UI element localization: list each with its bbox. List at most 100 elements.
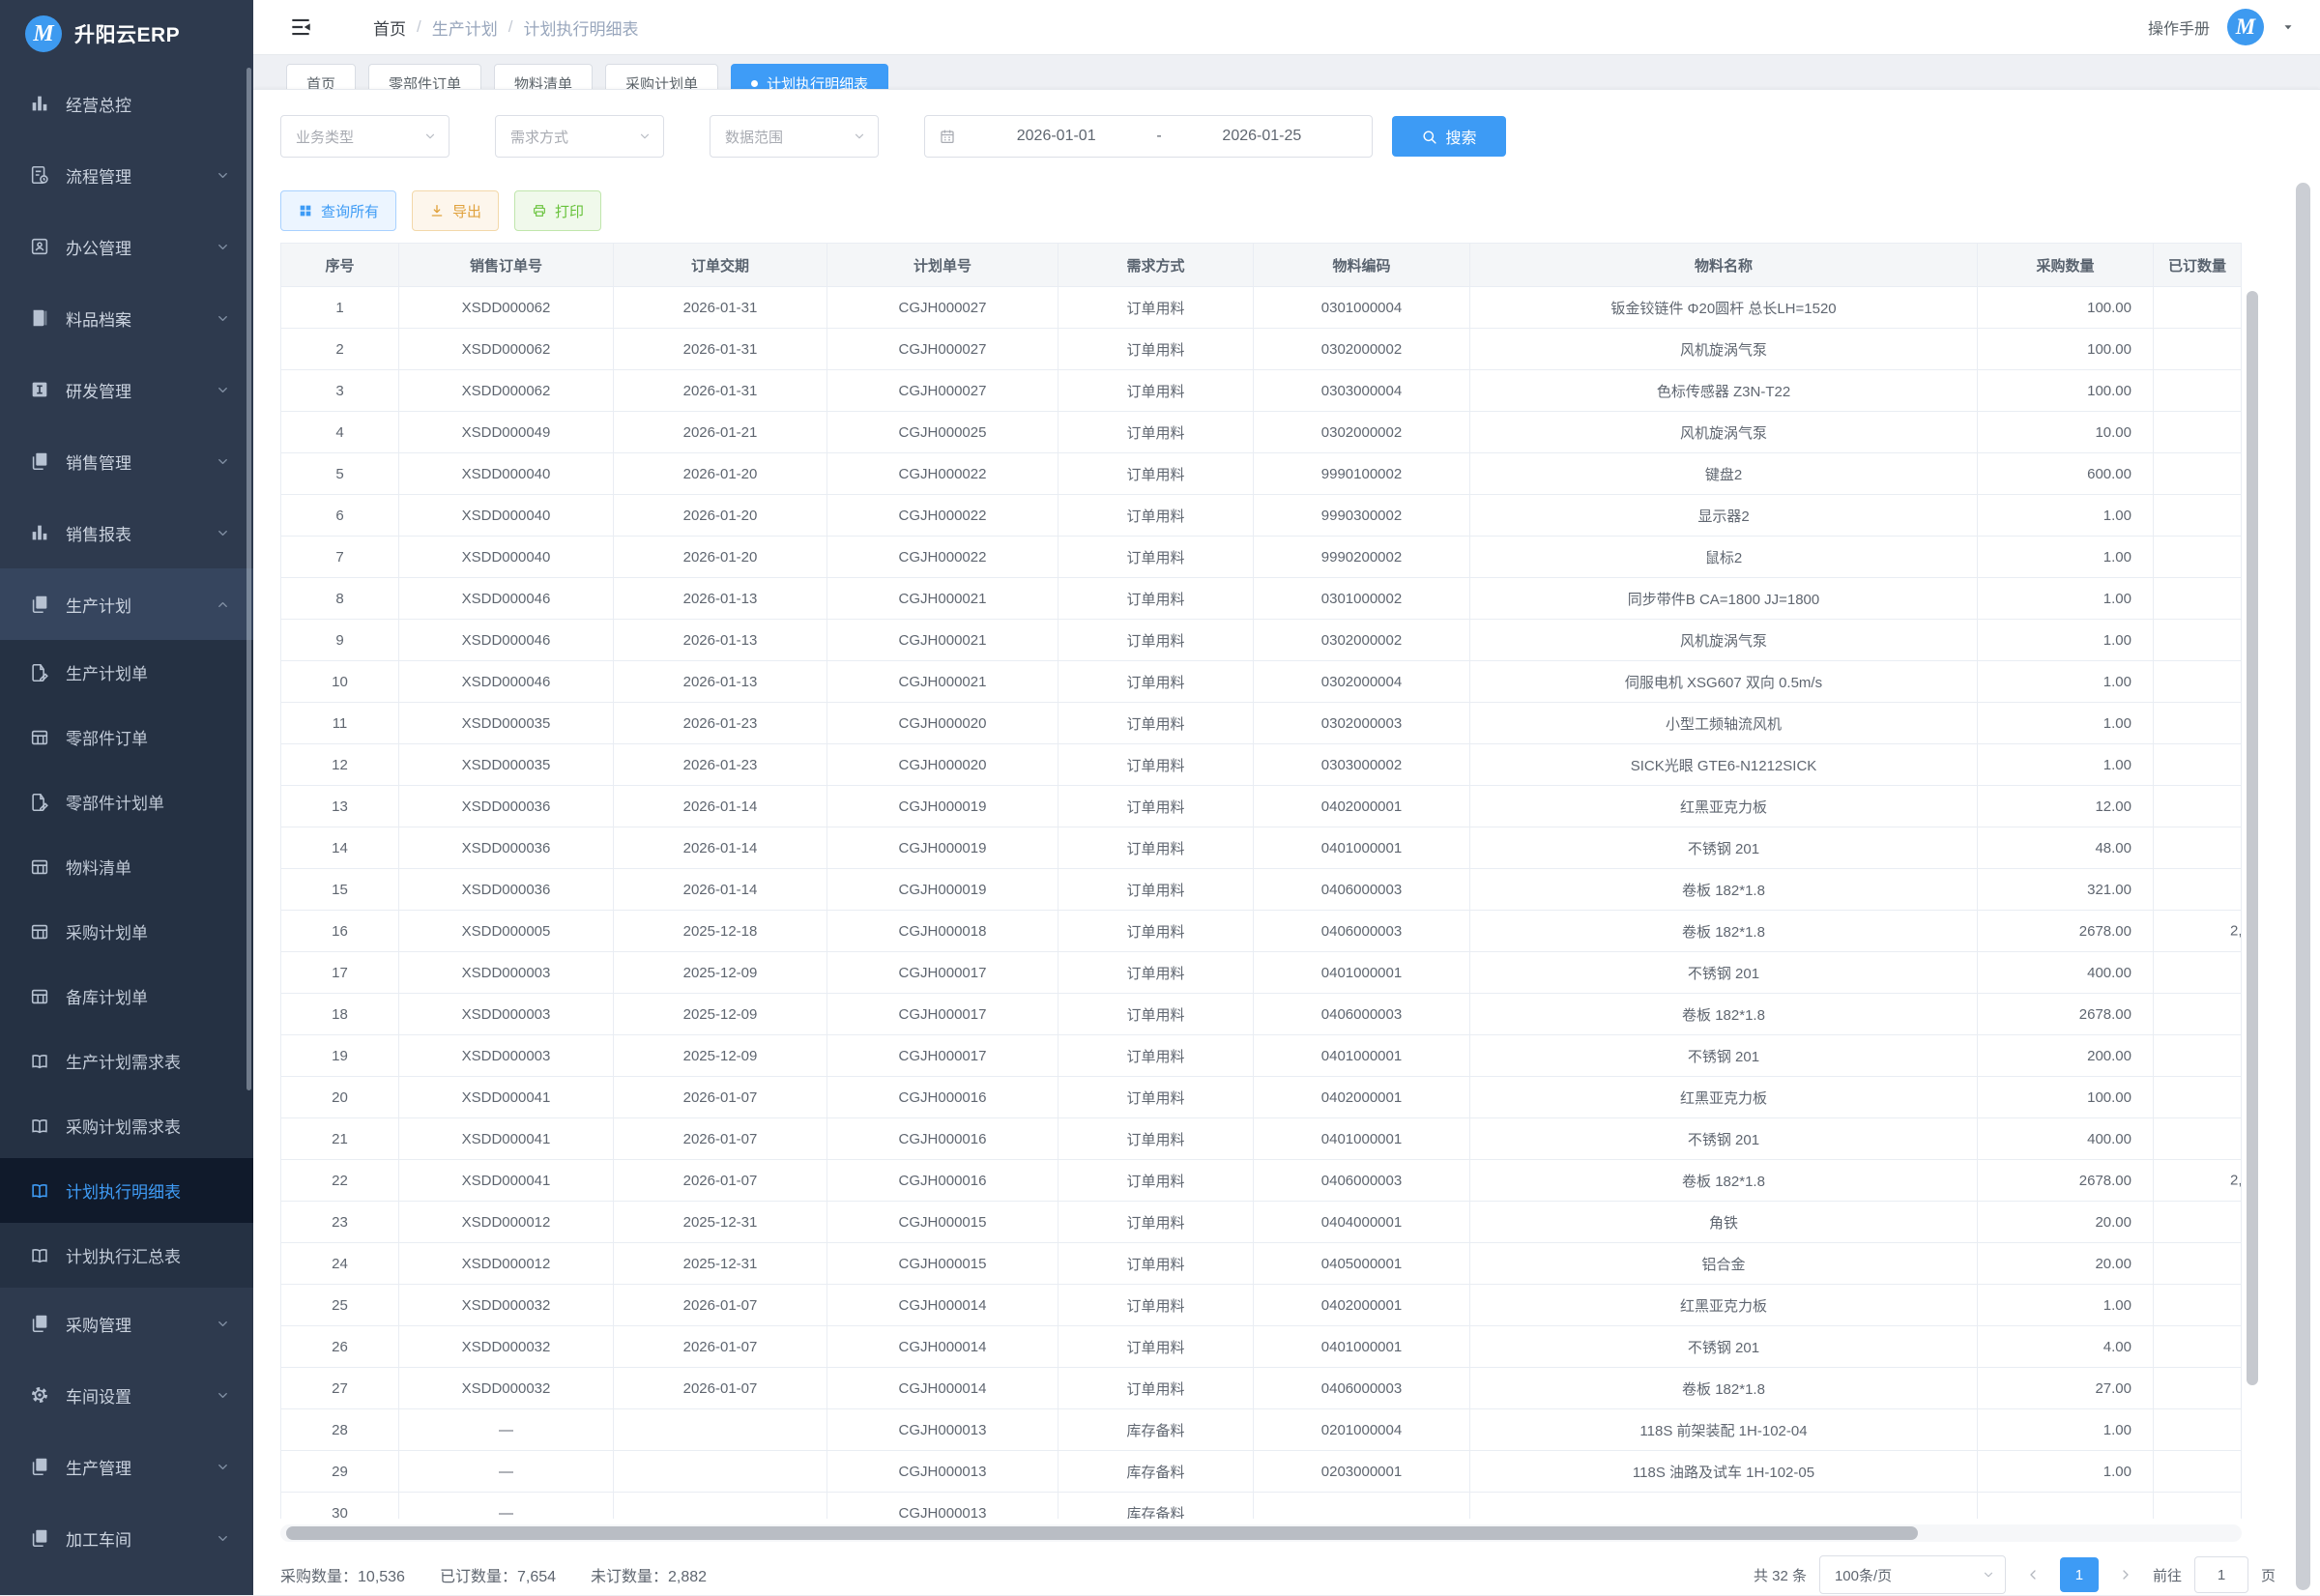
table-cell: 0401000001 <box>1254 827 1470 869</box>
query-all-button[interactable]: 查询所有 <box>280 190 396 231</box>
table-cell: 卷板 182*1.8 <box>1470 911 1978 952</box>
sidebar-collapse-icon[interactable] <box>288 15 313 40</box>
sidebar-item[interactable]: 计划执行汇总表 <box>0 1223 253 1288</box>
sidebar-item[interactable]: 采购计划需求表 <box>0 1093 253 1158</box>
table-cell: 2025-12-09 <box>614 952 827 994</box>
sidebar-item-label: 采购计划需求表 <box>66 1114 181 1138</box>
table-cell: 同步带件B CA=1800 JJ=1800 <box>1470 578 1978 620</box>
tab-label: 零部件订单 <box>389 73 461 91</box>
sidebar-item[interactable]: 车间设置 <box>0 1359 253 1431</box>
tab-label: 计划执行明细表 <box>767 73 868 91</box>
table-cell: 伺服电机 XSG607 双向 0.5m/s <box>1470 661 1978 703</box>
sidebar-item[interactable]: 备库计划单 <box>0 964 253 1029</box>
table-cell: 2, <box>2154 1160 2242 1202</box>
table-cell <box>2154 1118 2242 1160</box>
goto-page-input[interactable] <box>2194 1556 2248 1593</box>
date-end-value[interactable]: 2026-01-25 <box>1166 128 1358 145</box>
business-type-select[interactable]: 业务类型 <box>280 115 450 158</box>
sidebar-item[interactable]: 研发管理 <box>0 354 253 425</box>
chevron-down-icon <box>216 1388 230 1403</box>
table-cell: 2 <box>281 329 399 370</box>
sidebar-item[interactable]: 生产计划 <box>0 568 253 640</box>
sidebar-item[interactable]: 销售管理 <box>0 425 253 497</box>
table-cell: CGJH000016 <box>827 1160 1058 1202</box>
tab-item[interactable]: 零部件订单 <box>368 64 481 90</box>
app-logo-icon: M <box>25 15 62 52</box>
table-cell: 风机旋涡气泵 <box>1470 412 1978 453</box>
tab-item[interactable]: 物料清单 <box>494 64 593 90</box>
page-number-button[interactable]: 1 <box>2060 1557 2099 1592</box>
table-cell: 0301000004 <box>1254 287 1470 329</box>
table-icon <box>29 727 50 748</box>
breadcrumb-home[interactable]: 首页 <box>373 15 406 40</box>
table-cell: 卷板 182*1.8 <box>1470 1368 1978 1409</box>
table-cell: XSDD000003 <box>399 994 614 1035</box>
prev-page-button[interactable] <box>2018 1557 2047 1592</box>
table-cell: 7 <box>281 537 399 578</box>
page-size-select[interactable]: 100条/页 <box>1819 1555 2006 1594</box>
avatar[interactable]: M <box>2227 9 2264 45</box>
table-cell <box>2154 869 2242 911</box>
search-button[interactable]: 搜索 <box>1392 116 1506 157</box>
sidebar-item[interactable]: 生产计划单 <box>0 640 253 705</box>
sidebar-item[interactable]: 采购管理 <box>0 1288 253 1359</box>
table-row: 6XSDD0000402026-01-20CGJH000022订单用料99903… <box>281 495 2242 537</box>
date-range-picker[interactable]: 2026-01-01 - 2026-01-25 <box>924 115 1373 158</box>
sidebar-item[interactable]: 流程管理 <box>0 139 253 211</box>
table-cell: 订单用料 <box>1058 578 1254 620</box>
manual-link[interactable]: 操作手册 <box>2148 15 2210 39</box>
table-cell: 0402000001 <box>1254 1077 1470 1118</box>
table-vertical-scrollbar-thumb[interactable] <box>2247 291 2258 1385</box>
table-cell: 17 <box>281 952 399 994</box>
sidebar-scrollbar-thumb[interactable] <box>246 68 251 1090</box>
table-cell: XSDD000032 <box>399 1368 614 1409</box>
table-cell: 30 <box>281 1493 399 1519</box>
sidebar-item[interactable]: 生产管理 <box>0 1431 253 1502</box>
sidebar-item[interactable]: 加工车间 <box>0 1502 253 1574</box>
sidebar-item[interactable]: 物料清单 <box>0 834 253 899</box>
breadcrumb-section[interactable]: 生产计划 <box>432 15 498 40</box>
table-horizontal-scrollbar[interactable] <box>280 1524 2242 1542</box>
table-cell: XSDD000040 <box>399 495 614 537</box>
table-cell: 1.00 <box>1978 620 2154 661</box>
caret-down-icon[interactable] <box>2281 20 2295 34</box>
page-scrollbar-thumb[interactable] <box>2296 183 2310 1590</box>
print-button[interactable]: 打印 <box>514 190 601 231</box>
table-cell: 24 <box>281 1243 399 1285</box>
tab-item[interactable]: 首页 <box>286 64 356 90</box>
sidebar-item[interactable]: 办公管理 <box>0 211 253 282</box>
table-cell: CGJH000015 <box>827 1202 1058 1243</box>
table-cell: 1 <box>281 287 399 329</box>
ordered-qty-total: 已订数量：7,654 <box>440 1563 556 1586</box>
sidebar-item-active[interactable]: 计划执行明细表 <box>0 1158 253 1223</box>
table-cell: 2025-12-31 <box>614 1243 827 1285</box>
rnd-icon <box>29 379 50 400</box>
sidebar-item[interactable]: 销售报表 <box>0 497 253 568</box>
table-cell: 不锈钢 201 <box>1470 1118 1978 1160</box>
table-cell: XSDD000036 <box>399 827 614 869</box>
next-page-button[interactable] <box>2111 1557 2140 1592</box>
table-cell: CGJH000027 <box>827 329 1058 370</box>
table-row: 19XSDD0000032025-12-09CGJH000017订单用料0401… <box>281 1035 2242 1077</box>
sidebar-item[interactable]: 采购计划单 <box>0 899 253 964</box>
date-start-value[interactable]: 2026-01-01 <box>960 128 1152 145</box>
data-scope-select[interactable]: 数据范围 <box>710 115 879 158</box>
table-cell: CGJH000019 <box>827 869 1058 911</box>
sidebar-item[interactable]: 经营总控 <box>0 68 253 139</box>
sidebar-item[interactable]: 料品档案 <box>0 282 253 354</box>
tab-active[interactable]: 计划执行明细表 <box>731 64 888 90</box>
sidebar-item[interactable]: 生产计划需求表 <box>0 1029 253 1093</box>
table-horizontal-scrollbar-thumb[interactable] <box>286 1526 1918 1540</box>
table-cell: 铝合金 <box>1470 1243 1978 1285</box>
sidebar-item[interactable]: 零部件计划单 <box>0 769 253 834</box>
tab-item[interactable]: 采购计划单 <box>605 64 718 90</box>
table-cell: 色标传感器 Z3N-T22 <box>1470 370 1978 412</box>
table-cell: 卷板 182*1.8 <box>1470 994 1978 1035</box>
table-cell: 0302000003 <box>1254 703 1470 744</box>
export-button[interactable]: 导出 <box>412 190 499 231</box>
sidebar-item-label: 销售报表 <box>66 521 131 545</box>
demand-type-select[interactable]: 需求方式 <box>495 115 664 158</box>
table-cell: — <box>399 1493 614 1519</box>
table-row: 8XSDD0000462026-01-13CGJH000021订单用料03010… <box>281 578 2242 620</box>
sidebar-item[interactable]: 零部件订单 <box>0 705 253 769</box>
